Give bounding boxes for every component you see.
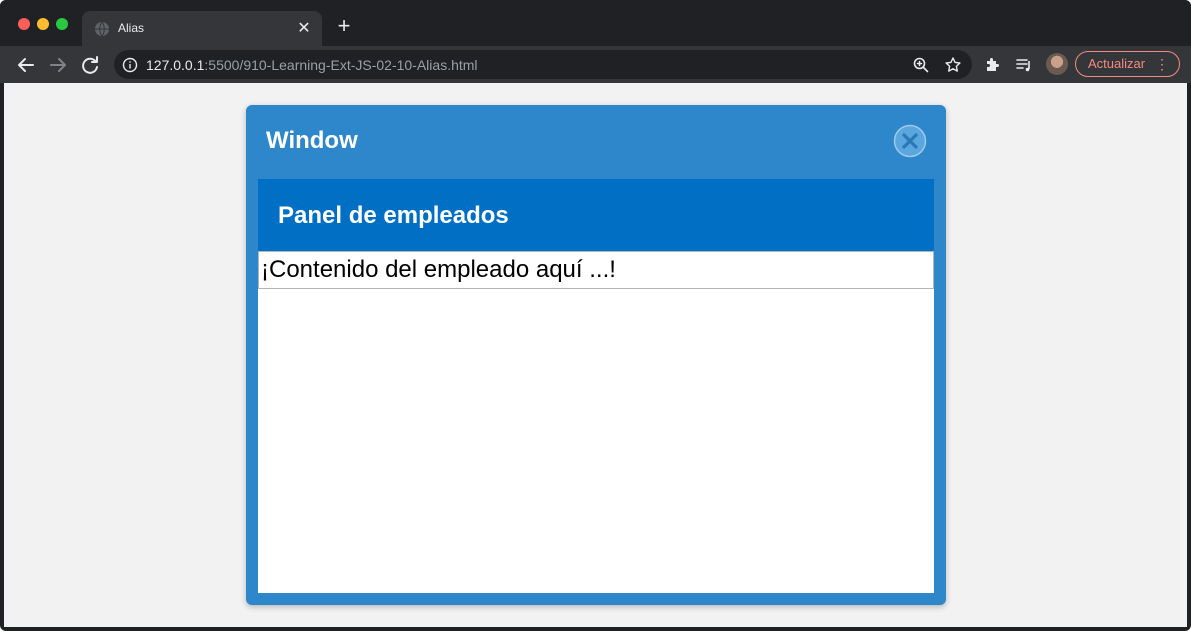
page-viewport: Window Panel de empleados ¡Contenido del… — [4, 83, 1187, 627]
more-vert-icon[interactable]: ⋮ — [1155, 52, 1169, 76]
tab-alias[interactable]: Alias ✕ — [82, 11, 322, 46]
panel-header: Panel de empleados — [258, 179, 934, 251]
forward-arrow-icon[interactable] — [46, 53, 70, 77]
globe-icon — [94, 21, 110, 37]
extensions-icon[interactable] — [983, 55, 1003, 75]
maximize-window-button[interactable] — [56, 18, 68, 30]
window-title: Window — [266, 127, 358, 154]
browser-window: Alias ✕ + 127.0.0.1:5500/910-Learning-Ex… — [0, 0, 1191, 631]
address-bar[interactable]: 127.0.0.1:5500/910-Learning-Ext-JS-02-10… — [114, 50, 972, 79]
panel-body: ¡Contenido del empleado aquí ...! — [258, 251, 934, 593]
reload-icon[interactable] — [78, 53, 102, 77]
close-circle-icon[interactable] — [893, 124, 927, 158]
close-window-button[interactable] — [18, 18, 30, 30]
media-queue-icon[interactable] — [1014, 55, 1034, 75]
extjs-window: Window Panel de empleados ¡Contenido del… — [246, 105, 946, 605]
url-text: 127.0.0.1:5500/910-Learning-Ext-JS-02-10… — [146, 57, 478, 73]
update-button-label: Actualizar — [1088, 56, 1146, 71]
tab-strip: Alias ✕ + — [0, 0, 1191, 46]
back-arrow-icon[interactable] — [14, 53, 38, 77]
update-button[interactable]: Actualizar ⋮ — [1075, 51, 1180, 77]
tab-title: Alias — [118, 21, 145, 35]
panel-title: Panel de empleados — [278, 202, 509, 229]
url-host: 127.0.0.1 — [146, 57, 205, 73]
window-header[interactable]: Window — [246, 105, 946, 177]
minimize-window-button[interactable] — [37, 18, 49, 30]
toolbar: 127.0.0.1:5500/910-Learning-Ext-JS-02-10… — [0, 46, 1191, 83]
plus-icon[interactable]: + — [334, 15, 354, 37]
star-icon[interactable] — [944, 56, 962, 74]
profile-avatar[interactable] — [1046, 53, 1068, 75]
zoom-icon[interactable] — [912, 56, 930, 74]
employee-panel: Panel de empleados ¡Contenido del emplea… — [258, 179, 934, 593]
info-icon[interactable] — [122, 57, 138, 73]
employee-content: ¡Contenido del empleado aquí ...! — [258, 251, 934, 289]
url-path: :5500/910-Learning-Ext-JS-02-10-Alias.ht… — [204, 57, 478, 73]
close-icon[interactable]: ✕ — [294, 19, 314, 39]
